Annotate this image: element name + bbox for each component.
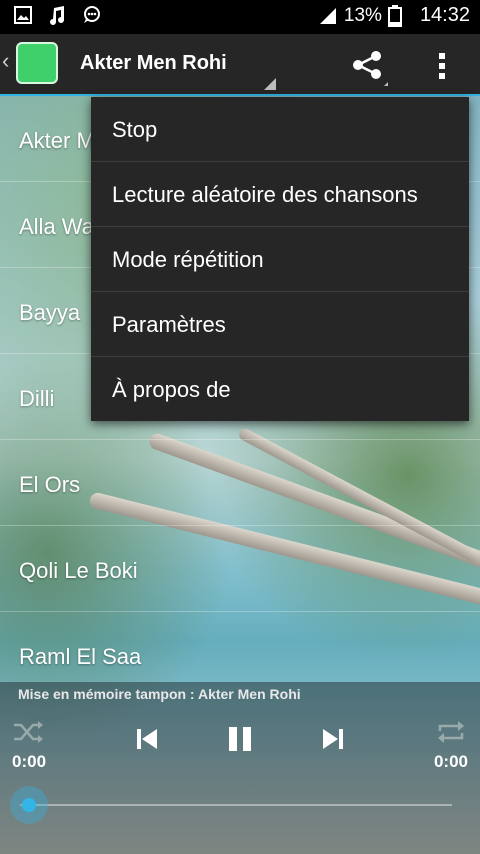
chat-icon [84, 6, 100, 23]
song-title: Alla Wa [19, 214, 94, 239]
song-title: El Ors [19, 472, 81, 497]
status-time: 14:32 [419, 4, 470, 26]
previous-icon[interactable] [136, 728, 158, 750]
menu-item-shuffle[interactable]: Lecture aléatoire des chansons [91, 162, 469, 227]
next-icon[interactable] [322, 728, 344, 750]
seek-thumb[interactable] [10, 786, 48, 824]
menu-item-label: Paramètres [112, 312, 226, 337]
shuffle-icon[interactable] [12, 720, 44, 744]
pause-icon[interactable] [228, 726, 252, 752]
overflow-menu: Stop Lecture aléatoire des chansons Mode… [91, 97, 469, 421]
buffering-status: Mise en mémoire tampon : Akter Men Rohi [18, 686, 301, 702]
time-elapsed: 0:00 [12, 752, 47, 771]
menu-item-label: Mode répétition [112, 247, 264, 272]
menu-item-label: Lecture aléatoire des chansons [112, 182, 418, 207]
dropdown-indicator-icon [264, 78, 276, 90]
battery-icon [387, 4, 402, 27]
list-item[interactable]: El Ors [0, 440, 480, 526]
seek-track[interactable] [20, 804, 452, 806]
menu-item-repeat-mode[interactable]: Mode répétition [91, 227, 469, 292]
list-item[interactable]: Qoli Le Boki [0, 526, 480, 612]
battery-percent: 13% [343, 4, 382, 26]
player-panel: Mise en mémoire tampon : Akter Men Rohi … [0, 682, 480, 854]
image-icon [14, 6, 32, 24]
song-title: Raml El Saa [19, 644, 142, 669]
app-title[interactable]: Akter Men Rohi [80, 52, 270, 75]
time-total: 0:00 [433, 752, 468, 771]
song-title: Bayya [19, 300, 81, 325]
menu-item-label: À propos de [112, 377, 231, 402]
back-chevron-icon[interactable]: ‹ [2, 48, 9, 74]
song-title: Dilli [19, 386, 55, 411]
song-title: Akter M [19, 128, 95, 153]
more-vertical-icon[interactable] [428, 46, 456, 86]
repeat-icon[interactable] [436, 720, 466, 744]
menu-item-about[interactable]: À propos de [91, 357, 469, 421]
song-title: Qoli Le Boki [19, 558, 138, 583]
signal-icon [319, 7, 336, 24]
menu-item-label: Stop [112, 117, 158, 142]
menu-item-settings[interactable]: Paramètres [91, 292, 469, 357]
status-bar: 13% 14:32 [0, 0, 480, 34]
action-bar: ‹ Akter Men Rohi [0, 34, 480, 96]
app-icon[interactable] [16, 42, 58, 84]
menu-item-stop[interactable]: Stop [91, 97, 469, 162]
share-icon[interactable] [348, 46, 388, 86]
music-note-icon [50, 6, 64, 25]
